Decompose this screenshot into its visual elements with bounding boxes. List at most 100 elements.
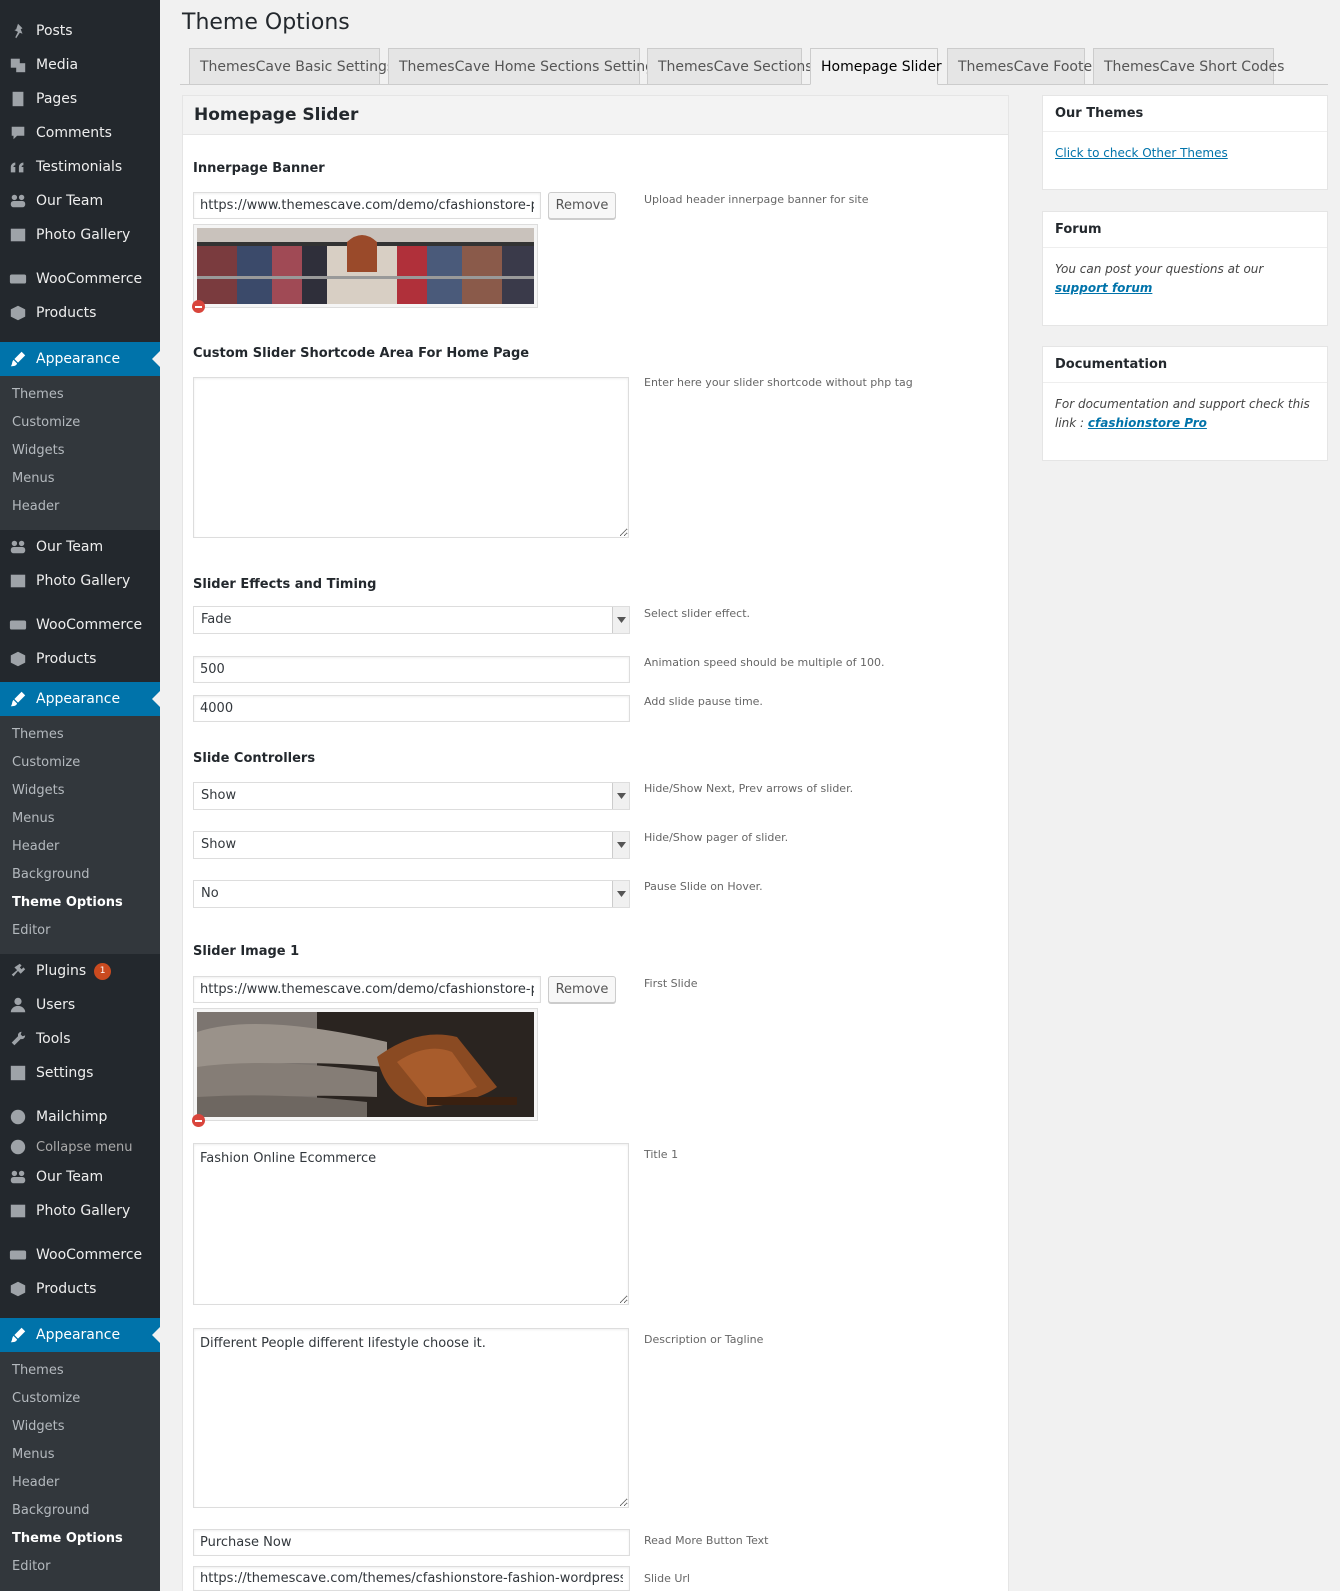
innerpage-banner-remove-button[interactable]: Remove (548, 192, 616, 219)
submenu-editor[interactable]: Editor (0, 1553, 160, 1581)
sidebar-item-our-team[interactable]: Our Team (0, 530, 160, 564)
sidebar-item-woocommerce[interactable]: WooCommerce (0, 608, 160, 642)
sidebar-item-appearance[interactable]: Appearance (0, 342, 160, 376)
sidebar-item-testimonials[interactable]: Testimonials (0, 150, 160, 184)
slide-1-desc: First Slide (644, 977, 698, 990)
sidebar-item-our-team[interactable]: Our Team (0, 184, 160, 218)
sidebar-item-pages[interactable]: Pages (0, 82, 160, 116)
submenu-themes[interactable]: Themes (0, 1357, 160, 1385)
woo-icon (0, 1246, 36, 1264)
tab-footer[interactable]: ThemesCave Footer (947, 48, 1098, 85)
submenu-theme-options[interactable]: Theme Options (0, 1525, 160, 1553)
pager-desc: Hide/Show pager of slider. (644, 831, 789, 844)
custom-shortcode-textarea[interactable] (193, 377, 629, 538)
gallery-icon (0, 1202, 36, 1220)
submenu-background[interactable]: Background (0, 861, 160, 889)
pause-time-input[interactable] (193, 695, 630, 722)
submenu-editor[interactable]: Editor (0, 917, 160, 945)
cfashionstore-pro-link[interactable]: cfashionstore Pro (1088, 416, 1207, 430)
sidebar-item-photo-gallery[interactable]: Photo Gallery (0, 218, 160, 252)
pause-on-hover-select[interactable]: No (193, 880, 630, 908)
submenu-customize[interactable]: Customize (0, 409, 160, 437)
sidebar-item-settings[interactable]: Settings (0, 1056, 160, 1090)
paintbrush-icon (0, 1326, 36, 1344)
arrows-select[interactable]: Show (193, 782, 630, 810)
slide-1-remove-icon[interactable] (192, 1114, 205, 1127)
animation-speed-input[interactable] (193, 656, 630, 683)
submenu-customize[interactable]: Customize (0, 1385, 160, 1413)
other-themes-link[interactable]: Click to check Other Themes (1055, 146, 1228, 160)
tab-short-codes[interactable]: ThemesCave Short Codes (1093, 48, 1284, 85)
slider-effect-desc: Select slider effect. (644, 607, 751, 620)
tab-sections[interactable]: ThemesCave Sections (647, 48, 813, 85)
slide-1-remove-button[interactable]: Remove (548, 976, 616, 1003)
team-icon (0, 1168, 36, 1186)
sidebar-item-comments[interactable]: Comments (0, 116, 160, 150)
submenu-header[interactable]: Header (0, 1469, 160, 1497)
support-forum-link[interactable]: support forum (1055, 281, 1152, 295)
sidebar-item-products[interactable]: Products (0, 296, 160, 330)
submenu-menus[interactable]: Menus (0, 805, 160, 833)
submenu-menus[interactable]: Menus (0, 1441, 160, 1469)
submenu-themes[interactable]: Themes (0, 381, 160, 409)
innerpage-banner-url-input[interactable] (193, 192, 541, 219)
submenu-theme-options[interactable]: Theme Options (0, 889, 160, 917)
user-icon (0, 996, 36, 1014)
slide-1-button-text-input[interactable] (193, 1529, 630, 1556)
wrench-icon (0, 1030, 36, 1048)
sidebar-item-users[interactable]: Users (0, 988, 160, 1022)
pause-on-hover-desc: Pause Slide on Hover. (644, 880, 763, 893)
slider-effect-select[interactable]: Fade (193, 606, 630, 634)
slide-1-tagline-desc: Description or Tagline (644, 1333, 764, 1346)
submenu-themes[interactable]: Themes (0, 721, 160, 749)
submenu-menus[interactable]: Menus (0, 465, 160, 493)
sidebar-item-posts[interactable]: Posts (0, 14, 160, 48)
sidebar-item-woocommerce[interactable]: WooCommerce (0, 1238, 160, 1272)
arrows-desc: Hide/Show Next, Prev arrows of slider. (644, 782, 854, 795)
sidebar-item-photo-gallery[interactable]: Photo Gallery (0, 564, 160, 598)
sidebar-item-plugins[interactable]: Plugins 1 (0, 954, 160, 988)
forum-box: Forum You can post your questions at our… (1042, 211, 1328, 326)
slide-1-url-input[interactable] (193, 1566, 630, 1591)
sidebar-item-our-team[interactable]: Our Team (0, 1160, 160, 1194)
woo-icon (0, 270, 36, 288)
slide-1-image-url-input[interactable] (193, 976, 541, 1003)
chevron-down-icon (612, 832, 629, 858)
innerpage-banner-desc: Upload header innerpage banner for site (644, 193, 869, 206)
our-themes-title: Our Themes (1043, 96, 1327, 132)
slide-1-title-textarea[interactable]: Fashion Online Ecommerce (193, 1143, 629, 1305)
chevron-down-icon (612, 607, 629, 633)
sidebar-item-tools[interactable]: Tools (0, 1022, 160, 1056)
sidebar-item-photo-gallery[interactable]: Photo Gallery (0, 1194, 160, 1228)
sidebar-item-woocommerce[interactable]: WooCommerce (0, 262, 160, 296)
collapse-arrow-icon (0, 1138, 36, 1156)
tab-basic-settings[interactable]: ThemesCave Basic Settings (189, 48, 394, 85)
products-icon (0, 304, 36, 322)
submenu-header[interactable]: Header (0, 493, 160, 521)
slide-1-image (193, 1008, 538, 1121)
custom-shortcode-desc: Enter here your slider shortcode without… (644, 376, 913, 389)
sidebar-item-mailchimp[interactable]: Mailchimp (0, 1100, 160, 1134)
sidebar-item-products[interactable]: Products (0, 642, 160, 676)
submenu-header[interactable]: Header (0, 833, 160, 861)
tab-home-sections-settings[interactable]: ThemesCave Home Sections Settings (388, 48, 661, 85)
slide-1-button-text-desc: Read More Button Text (644, 1534, 769, 1547)
sidebar-item-products[interactable]: Products (0, 1272, 160, 1306)
sidebar-item-appearance[interactable]: Appearance (0, 682, 160, 716)
submenu-widgets[interactable]: Widgets (0, 777, 160, 805)
slide-1-tagline-textarea[interactable]: Different People different lifestyle cho… (193, 1328, 629, 1508)
appearance-submenu: Themes Customize Widgets Menus Header Ba… (0, 716, 160, 954)
collapse-menu-button[interactable]: Collapse menu (0, 1134, 160, 1160)
pager-select[interactable]: Show (193, 831, 630, 859)
tab-homepage-slider[interactable]: Homepage Slider (810, 48, 942, 85)
submenu-background[interactable]: Background (0, 1497, 160, 1525)
slider-image-1-label: Slider Image 1 (193, 944, 300, 959)
sidebar-item-appearance[interactable]: Appearance (0, 1318, 160, 1352)
submenu-widgets[interactable]: Widgets (0, 1413, 160, 1441)
innerpage-banner-remove-icon[interactable] (192, 300, 205, 313)
submenu-customize[interactable]: Customize (0, 749, 160, 777)
shoes-photo (197, 1012, 534, 1117)
submenu-widgets[interactable]: Widgets (0, 437, 160, 465)
sidebar-item-media[interactable]: Media (0, 48, 160, 82)
appearance-submenu: Themes Customize Widgets Menus Header Ba… (0, 1352, 160, 1591)
